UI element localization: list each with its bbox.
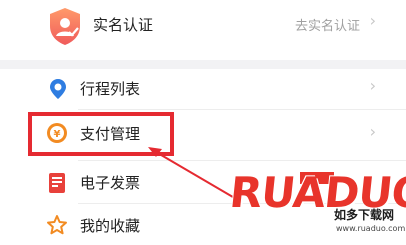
- watermark-subtitle: 如多下载网: [334, 208, 395, 222]
- watermark-url: www.ruaduo.com: [336, 224, 406, 233]
